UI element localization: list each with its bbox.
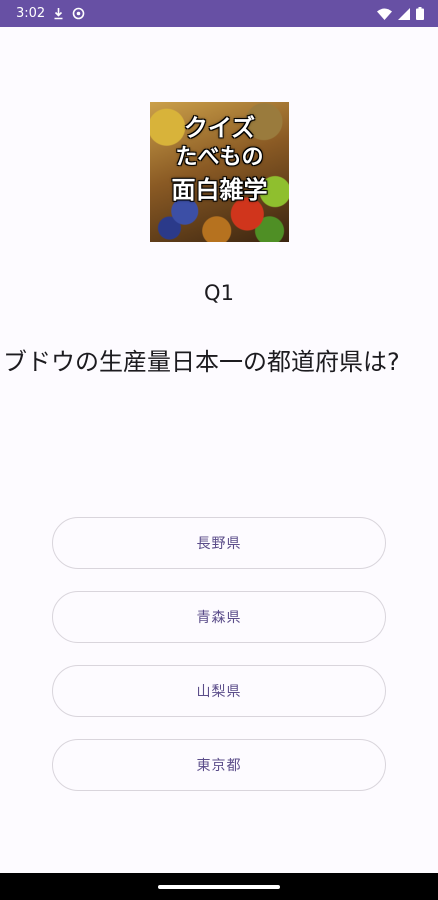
logo-title: クイズ bbox=[183, 114, 256, 142]
settings-gear-icon bbox=[72, 7, 85, 20]
answer-button-4[interactable]: 東京都 bbox=[52, 739, 386, 791]
answer-button-1[interactable]: 長野県 bbox=[52, 517, 386, 569]
download-icon bbox=[53, 7, 64, 20]
logo-tagline: 面白雑学 bbox=[171, 176, 268, 204]
question-number: Q1 bbox=[204, 281, 234, 305]
navigation-bar bbox=[0, 873, 438, 900]
status-time: 3:02 bbox=[16, 6, 46, 21]
home-gesture-handle[interactable] bbox=[158, 885, 280, 889]
question-text: ブドウの生産量日本一の都道府県は? bbox=[3, 348, 400, 376]
wifi-icon bbox=[377, 8, 392, 20]
signal-icon bbox=[398, 7, 410, 20]
answer-button-2[interactable]: 青森県 bbox=[52, 591, 386, 643]
status-bar: 3:02 bbox=[0, 0, 438, 27]
quiz-logo-image: クイズ たべもの 面白雑学 bbox=[150, 102, 289, 242]
battery-icon bbox=[416, 7, 424, 20]
answer-button-3[interactable]: 山梨県 bbox=[52, 665, 386, 717]
logo-subtitle: たべもの bbox=[175, 145, 264, 170]
